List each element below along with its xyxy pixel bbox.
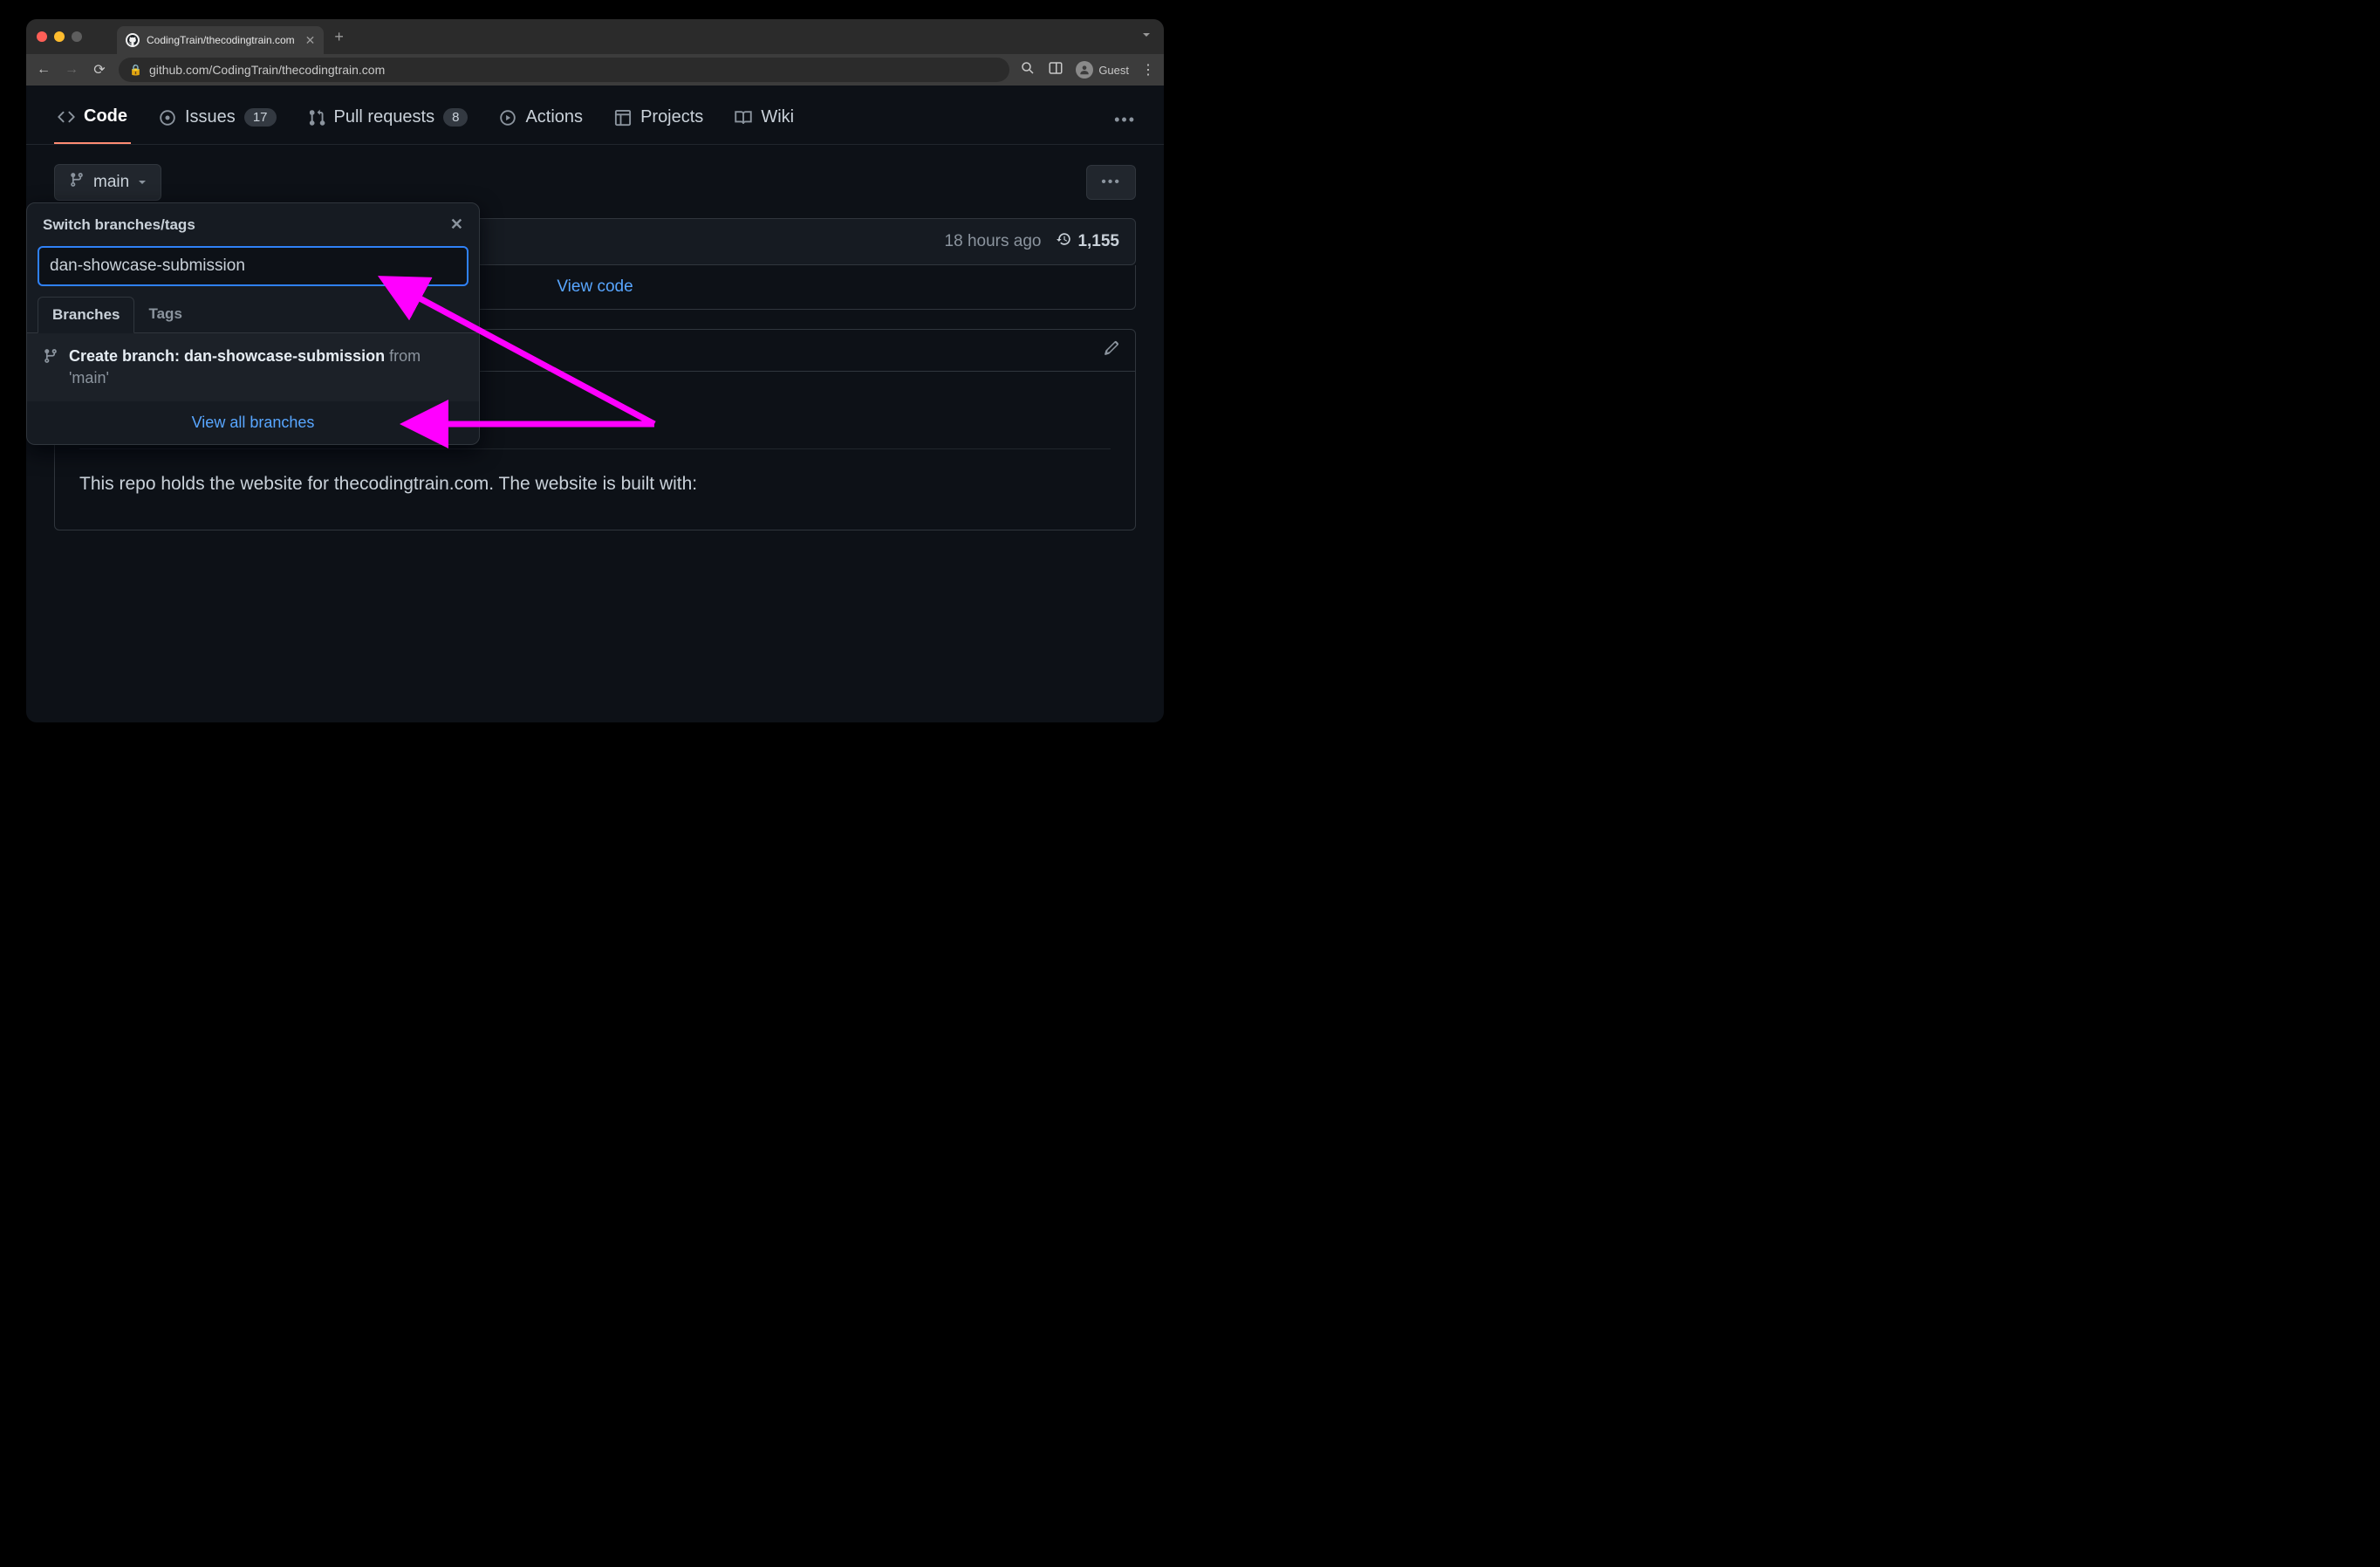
popover-tab-branches[interactable]: Branches <box>38 297 134 333</box>
tabs-overflow-button[interactable]: ••• <box>1114 111 1136 129</box>
commit-time: 18 hours ago <box>945 232 1042 251</box>
git-branch-icon <box>69 172 85 193</box>
tab-issues-label: Issues <box>185 107 236 127</box>
guest-label: Guest <box>1098 64 1129 77</box>
pulls-count: 8 <box>443 108 468 127</box>
caret-down-icon <box>138 173 147 192</box>
profile-chip[interactable]: Guest <box>1076 61 1129 79</box>
branch-select-button[interactable]: main <box>54 164 161 201</box>
zoom-icon[interactable] <box>1020 60 1036 80</box>
git-branch-icon <box>43 348 58 389</box>
tab-pulls-label: Pull requests <box>334 107 435 127</box>
minimize-window-button[interactable] <box>54 31 65 42</box>
branch-popover: Switch branches/tags ✕ Branches Tags Cre… <box>26 202 480 445</box>
issues-icon <box>159 109 176 127</box>
readme-paragraph: This repo holds the website for thecodin… <box>79 474 1111 495</box>
popover-tab-tags[interactable]: Tags <box>134 297 195 332</box>
code-icon <box>58 108 75 126</box>
branch-row: main ••• <box>54 164 1136 201</box>
repo-actions-menu[interactable]: ••• <box>1086 165 1136 200</box>
history-icon <box>1057 231 1072 252</box>
popover-title: Switch branches/tags <box>43 216 195 234</box>
popover-tabs: Branches Tags <box>27 297 479 333</box>
url-text: github.com/CodingTrain/thecodingtrain.co… <box>149 63 385 77</box>
tab-overflow-button[interactable] <box>1139 28 1153 46</box>
tab-actions[interactable]: Actions <box>496 97 586 143</box>
edit-readme-button[interactable] <box>1104 340 1119 360</box>
branch-search-input[interactable] <box>38 246 468 286</box>
tab-actions-label: Actions <box>525 107 583 127</box>
repo-body: main ••• Switch branches/tags ✕ Branches <box>26 145 1164 550</box>
tab-projects[interactable]: Projects <box>611 97 707 143</box>
panel-icon[interactable] <box>1048 60 1063 80</box>
window-controls <box>37 31 82 42</box>
tab-wiki[interactable]: Wiki <box>731 97 797 143</box>
close-window-button[interactable] <box>37 31 47 42</box>
tab-issues[interactable]: Issues 17 <box>155 97 280 143</box>
tab-title: CodingTrain/thecodingtrain.com <box>147 34 295 46</box>
actions-icon <box>499 109 516 127</box>
popover-header: Switch branches/tags ✕ <box>27 203 479 246</box>
github-page: Code Issues 17 Pull requests 8 <box>26 86 1164 550</box>
browser-tab[interactable]: CodingTrain/thecodingtrain.com ✕ <box>117 26 324 54</box>
tab-wiki-label: Wiki <box>761 107 794 127</box>
address-bar: ← → ⟳ 🔒 github.com/CodingTrain/thecoding… <box>26 54 1164 86</box>
maximize-window-button[interactable] <box>72 31 82 42</box>
github-favicon <box>126 33 140 47</box>
repo-tabs: Code Issues 17 Pull requests 8 <box>26 86 1164 145</box>
tab-projects-label: Projects <box>640 107 703 127</box>
browser-menu-button[interactable]: ⋮ <box>1141 61 1155 79</box>
tab-code-label: Code <box>84 106 127 127</box>
back-button[interactable]: ← <box>35 62 52 78</box>
new-tab-button[interactable]: + <box>334 28 344 46</box>
popover-close-button[interactable]: ✕ <box>450 216 463 234</box>
issues-count: 17 <box>244 108 277 127</box>
branch-label: main <box>93 173 129 192</box>
commit-count[interactable]: 1,155 <box>1057 231 1119 252</box>
pull-request-icon <box>308 109 325 127</box>
browser-tab-bar: CodingTrain/thecodingtrain.com ✕ + <box>26 19 1164 54</box>
url-input[interactable]: 🔒 github.com/CodingTrain/thecodingtrain.… <box>119 58 1009 82</box>
tab-pull-requests[interactable]: Pull requests 8 <box>304 97 472 143</box>
forward-button[interactable]: → <box>63 62 80 78</box>
create-branch-text: Create branch: dan-showcase-submission f… <box>69 346 463 389</box>
tab-code[interactable]: Code <box>54 96 131 144</box>
browser-window: CodingTrain/thecodingtrain.com ✕ + ← → ⟳… <box>26 19 1164 722</box>
avatar-icon <box>1076 61 1093 79</box>
popover-footer: View all branches <box>27 401 479 444</box>
wiki-icon <box>735 109 752 127</box>
lock-icon: 🔒 <box>129 64 142 76</box>
create-branch-item[interactable]: Create branch: dan-showcase-submission f… <box>27 333 479 401</box>
view-all-branches-link[interactable]: View all branches <box>192 414 315 431</box>
projects-icon <box>614 109 632 127</box>
tab-close-button[interactable]: ✕ <box>305 33 316 48</box>
reload-button[interactable]: ⟳ <box>91 61 108 79</box>
view-code-link[interactable]: View code <box>557 277 633 296</box>
